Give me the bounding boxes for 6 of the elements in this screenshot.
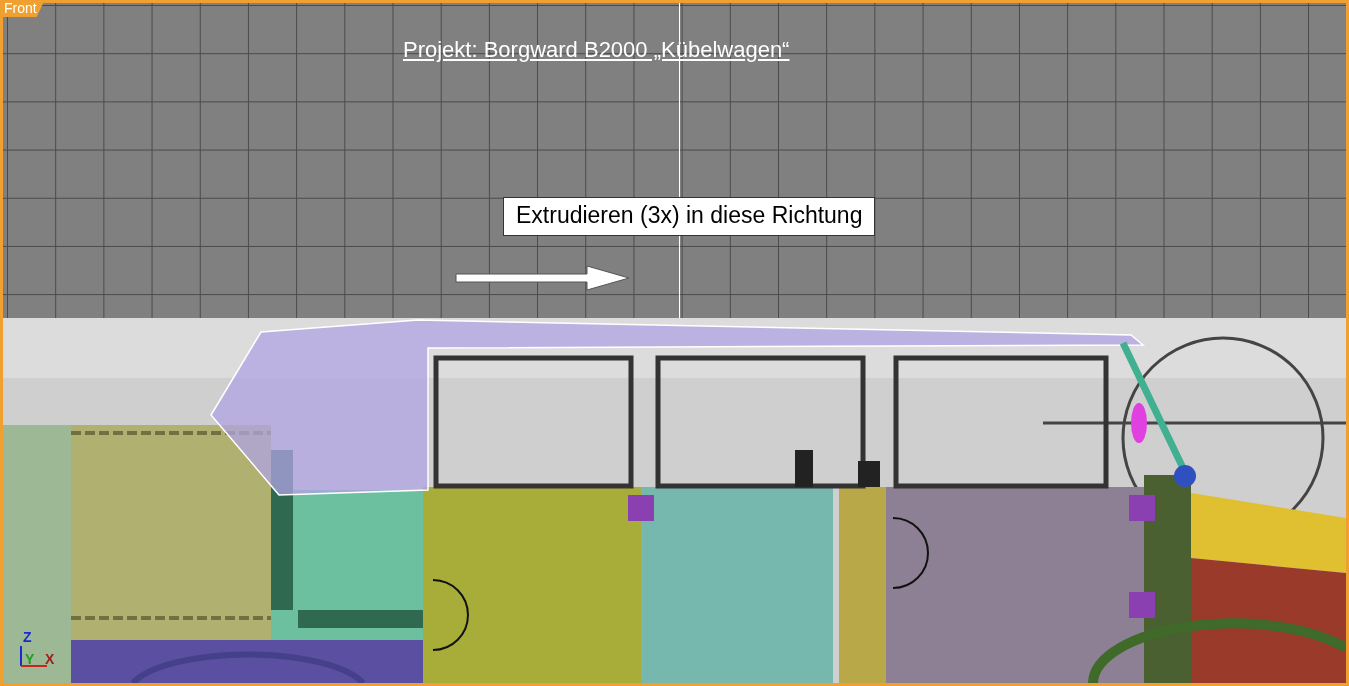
axis-label: X [45,652,55,666]
axis-label: Z [23,630,32,644]
viewport-label[interactable]: Front [3,3,45,17]
axis-label: Y [25,652,35,666]
right-arrow-icon [455,265,631,291]
callout-label: Extrudieren (3x) in diese Richtung [503,197,876,236]
